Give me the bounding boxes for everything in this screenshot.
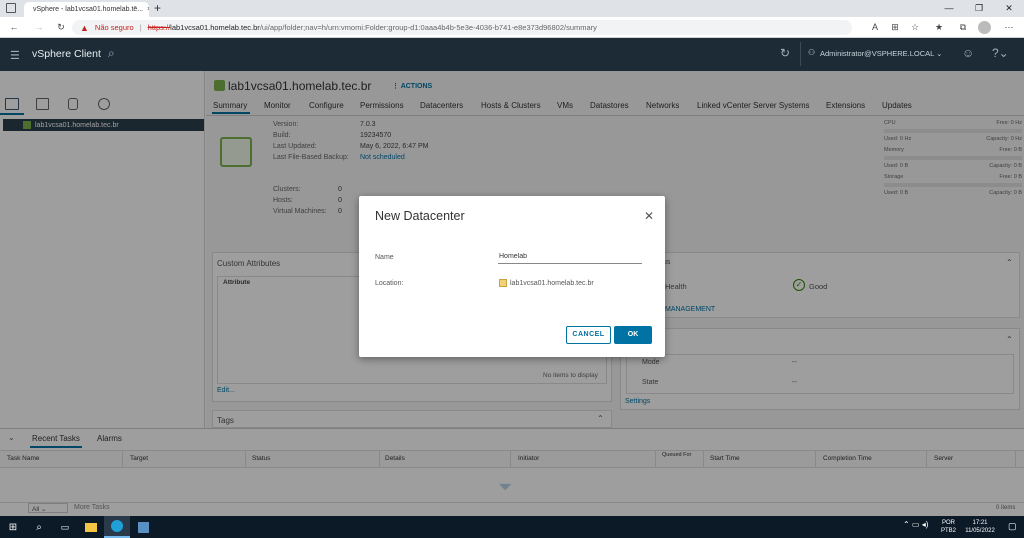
minimize-icon[interactable]: — — [934, 0, 964, 17]
forward-icon[interactable]: → — [30, 17, 48, 38]
collections-icon[interactable]: ⧉ — [954, 17, 972, 38]
global-refresh-icon[interactable]: ↻ — [780, 46, 790, 60]
url-field[interactable]: ▲ Não seguro | https://lab1vcsa01.homela… — [72, 20, 852, 35]
location-label: Location: — [375, 280, 404, 287]
insecure-label: Não seguro — [94, 23, 134, 32]
windows-start-icon[interactable]: ⊞ — [0, 516, 26, 538]
browser-menu-icon[interactable]: ⋯ — [1000, 17, 1018, 38]
app-title[interactable]: vSphere Client — [32, 48, 101, 60]
refresh-icon[interactable]: ↻ — [52, 17, 70, 38]
edge-icon[interactable] — [104, 516, 130, 538]
notifications-icon[interactable]: ▢ — [1008, 521, 1017, 532]
warning-icon: ▲ — [80, 22, 89, 33]
feedback-icon[interactable]: ☺ — [962, 46, 974, 60]
tab-title: vSphere - lab1vcsa01.homelab.tē... — [33, 6, 144, 13]
location-value: lab1vcsa01.homelab.tec.br — [510, 280, 594, 287]
url-host: lab1vcsa01.homelab.tec.br — [170, 23, 260, 32]
cancel-button[interactable]: CANCEL — [566, 326, 611, 344]
lang-1: POR — [942, 520, 956, 526]
profile-avatar[interactable] — [978, 21, 991, 34]
clock-date: 11/05/2022 — [965, 528, 995, 534]
ok-button[interactable]: OK — [614, 326, 652, 344]
user-name: Administrator@VSPHERE.LOCAL — [820, 49, 935, 58]
server-manager-icon[interactable] — [130, 516, 156, 538]
read-aloud-icon[interactable]: A — [866, 17, 884, 38]
maximize-icon[interactable]: ❐ — [964, 0, 994, 17]
help-icon[interactable]: ?⌄ — [992, 46, 1009, 60]
clock-time: 17:21 — [972, 520, 988, 526]
close-window-icon[interactable]: ✕ — [994, 0, 1024, 17]
dialog-close-icon[interactable]: ✕ — [644, 209, 654, 223]
url-path: /ui/app/folder;nav=h/urn:vmomi:Folder:gr… — [259, 23, 597, 32]
taskbar-search-icon[interactable]: ⌕ — [26, 516, 52, 538]
file-explorer-icon[interactable] — [78, 516, 104, 538]
system-tray-icons[interactable]: ⌃ ▭ ◂) — [903, 520, 928, 529]
lang-2: PTB2 — [941, 528, 957, 534]
favorites-icon[interactable]: ★ — [930, 17, 948, 38]
clock[interactable]: 17:21 11/05/2022 — [960, 519, 1000, 535]
name-input[interactable] — [498, 250, 642, 264]
favorite-add-icon[interactable]: ☆ — [906, 17, 924, 38]
name-label: Name — [375, 254, 394, 261]
header-divider — [800, 42, 801, 66]
dialog-title: New Datacenter — [375, 209, 465, 223]
task-view-icon[interactable]: ▭ — [52, 516, 78, 538]
user-menu[interactable]: Administrator@VSPHERE.LOCAL ⌄ — [820, 49, 942, 58]
browser-tab[interactable]: vSphere - lab1vcsa01.homelab.tē... × — [24, 2, 149, 17]
back-icon[interactable]: ← — [5, 17, 23, 38]
url-scheme: https:// — [147, 23, 171, 32]
tab-close-icon[interactable]: × — [147, 6, 149, 13]
user-icon: ⚇ — [808, 48, 816, 57]
menu-icon[interactable]: ☰ — [10, 49, 20, 62]
search-icon[interactable]: ⌕ — [108, 46, 115, 61]
folder-icon — [499, 279, 507, 287]
new-tab-button[interactable]: + — [154, 1, 161, 15]
language-indicator[interactable]: POR PTB2 — [941, 519, 956, 535]
window-menu-icon[interactable] — [6, 3, 16, 13]
reader-icon[interactable]: ⊞ — [886, 17, 904, 38]
